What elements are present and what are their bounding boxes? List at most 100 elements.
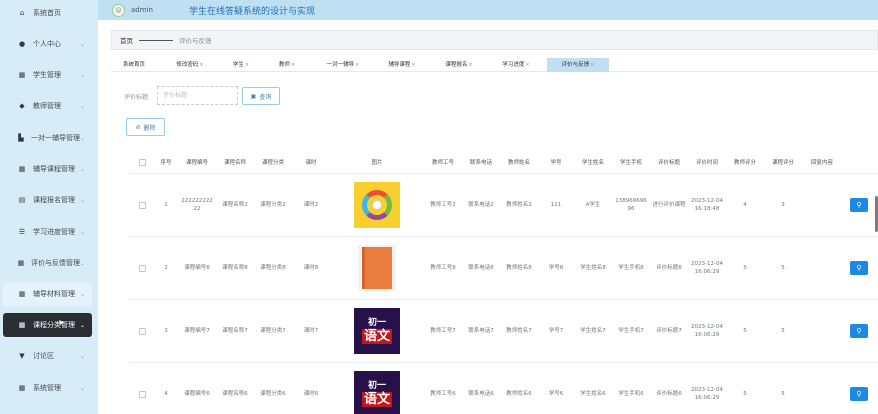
column-header: 评价标题 [657,159,680,166]
cell-image: 初一 语文 [330,300,424,362]
cell-course-score: 5 [781,391,785,397]
sidebar-item-home[interactable]: ⌂ 系统首页 [3,1,92,25]
chevron-down-icon: ⌄ [79,71,85,79]
tab-progress[interactable]: 学习进度× [497,58,535,72]
cell-course-no: 课程编号6 [184,391,210,397]
table-icon: ▦ [17,259,25,267]
chevron-down-icon: ⌄ [79,259,85,267]
close-icon[interactable]: × [245,62,249,68]
cell-index: 1 [164,202,168,208]
cell-student-name: A学生 [585,202,601,208]
grid-icon: ▦ [18,290,26,298]
home-icon: ⌂ [19,9,25,17]
chevron-down-icon: ⌄ [79,321,85,329]
row-checkbox[interactable] [138,201,146,209]
cell-student-name: 学生姓名8 [580,265,606,271]
image-text-line2: 语文 [361,329,392,344]
delete-button[interactable]: ⊘ 删除 [126,118,165,136]
cell-image: 初一 语文 [330,363,424,414]
close-icon[interactable]: × [291,62,295,68]
view-button[interactable]: ⚲ [850,261,868,275]
query-button[interactable]: ▣ 查询 [242,87,280,105]
cell-hours: 课时6 [303,391,319,397]
chevron-down-icon: ⌄ [79,165,85,173]
chevron-down-icon: ⌄ [79,102,85,110]
chevron-down-icon: ⌄ [79,196,85,204]
column-header: 学生手机 [619,159,642,166]
user-avatar-icon[interactable]: ☺ [112,3,125,17]
cell-teacher-no: 教师工号2 [430,202,456,208]
tab-feedback[interactable]: 评价与反馈× [547,58,609,72]
close-icon[interactable]: × [199,62,203,68]
breadcrumb-current: 评价与反馈 [179,37,212,45]
username[interactable]: admin [131,6,153,14]
sidebar-item-progress[interactable]: ☰ 学习进度管理 ⌄ [3,220,92,244]
column-header: 学生姓名 [581,159,604,166]
sidebar-item-materials[interactable]: ▦ 辅导材料管理 ⌄ [3,282,92,306]
sidebar-item-label: 评价与反馈管理 [30,259,80,267]
cell-student-no: 学号7 [548,328,564,334]
cell-hours: 课时8 [303,265,319,271]
cell-teacher-score: 5 [743,328,747,334]
view-button[interactable]: ⚲ [850,324,868,338]
sidebar-item-system[interactable]: ▦ 系统管理 ⌄ [3,376,92,400]
column-header: 序号 [160,159,172,166]
sidebar-item-students[interactable]: ▦ 学生管理 ⌄ [3,63,92,87]
row-checkbox[interactable] [138,390,146,398]
sidebar-item-teachers[interactable]: ◆ 教师管理 ⌄ [3,94,92,118]
sidebar-item-label: 学生管理 [33,71,61,79]
table-row[interactable]: 3 课程编号7 课程名称7 课程分类7 课时7 初一 语文 教师工号7 联系电话… [130,300,878,363]
tab-home[interactable]: 系统首页 [117,58,151,72]
tab-change-password[interactable]: 修改密码× [171,58,209,72]
cell-course-name: 课程名称8 [222,265,248,271]
tab-enrollment[interactable]: 课程报名× [440,58,478,72]
tab-teachers[interactable]: 教师× [274,58,300,72]
row-checkbox[interactable] [138,327,146,335]
cell-reply [804,237,840,299]
tab-courses[interactable]: 辅导课程× [383,58,421,72]
image-text-line1: 初一 [367,381,386,391]
sidebar-item-courses[interactable]: ▦ 辅导课程管理 ⌄ [3,157,92,181]
close-icon[interactable]: × [525,62,529,68]
select-all-checkbox[interactable] [138,159,146,166]
tab-students[interactable]: 学生× [227,58,255,72]
table-row[interactable]: 2 课程编号8 课程名称8 课程分类8 课时8 教师工号8 联系电话8 教师姓名… [130,237,878,300]
close-icon[interactable]: × [468,62,472,68]
sidebar-item-enrollment[interactable]: ▤ 课程报名管理 ⌄ [3,188,92,212]
close-icon[interactable]: × [355,62,359,68]
sidebar-item-profile[interactable]: ● 个人中心 ⌄ [3,32,92,56]
sidebar-item-label: 学习进度管理 [33,228,75,236]
cell-category: 课程分类6 [260,391,286,397]
sidebar-item-course-category[interactable]: ▦ 课程分类管理 ⌄ [3,313,92,337]
forum-icon: ▼ [19,352,25,360]
sidebar-item-tutoring[interactable]: ▙ 一对一辅导管理 ⌄ [3,126,92,150]
cell-title: 评价标题6 [656,391,682,397]
close-icon[interactable]: × [590,62,594,68]
chinese-textbook-image: 初一 语文 [354,308,400,354]
tab-label: 学生 [232,62,244,68]
row-checkbox[interactable] [138,264,146,272]
cell-student-phone: 学生手机8 [618,265,644,271]
view-button[interactable]: ⚲ [850,198,868,212]
column-header: 课程编号 [185,159,208,166]
close-icon[interactable]: × [411,62,415,68]
cell-teacher-no: 教师工号7 [430,328,456,334]
column-header: 评价时间 [695,159,718,166]
tab-label: 修改密码 [176,62,199,68]
table-row[interactable]: 1 22222222222 课程名称2 课程分类2 课时2 教师工号2 联系电话… [130,174,878,237]
search-input[interactable]: 评价标题 [157,86,238,105]
cell-teacher-name: 教师姓名8 [506,265,532,271]
view-button[interactable]: ⚲ [850,387,868,401]
cell-teacher-name: 教师姓名7 [506,328,532,334]
table-row[interactable]: 4 课程编号6 课程名称6 课程分类6 课时6 初一 语文 教师工号6 联系电话… [130,363,878,414]
sidebar-item-forum[interactable]: ▼ 讨论区 ⌄ [3,344,92,368]
query-button-label: 查询 [259,93,272,101]
tab-tutoring[interactable]: 一对一辅导× [319,58,367,72]
grid-icon: ▦ [18,71,26,79]
sidebar: ⌂ 系统首页 ● 个人中心 ⌄ ▦ 学生管理 ⌄ ◆ 教师管理 ⌄ ▙ 一对一辅… [0,0,98,414]
cell-time: 2023-12-04 16:06:29 [691,261,723,275]
sidebar-item-feedback[interactable]: ▦ 评价与反馈管理 ⌄ [3,251,92,275]
breadcrumb-home[interactable]: 首页 [120,35,133,45]
search-icon: ⚲ [856,201,862,209]
cell-image [330,237,424,299]
